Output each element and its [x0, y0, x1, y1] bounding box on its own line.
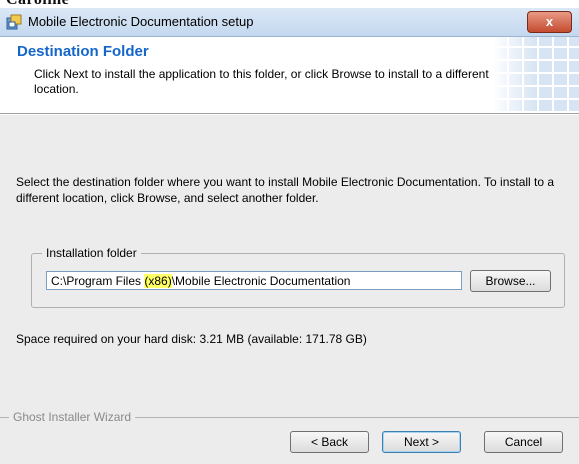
installer-app-icon	[6, 14, 22, 30]
header-grid-decoration-icon	[492, 37, 579, 113]
space-required-text: Space required on your hard disk: 3.21 M…	[16, 332, 367, 346]
back-button[interactable]: < Back	[290, 431, 369, 453]
installation-folder-label: Installation folder	[42, 246, 141, 260]
background-window-strip: Caroline	[0, 0, 579, 8]
wizard-body: Select the destination folder where you …	[0, 115, 579, 464]
close-button[interactable]: x	[527, 11, 572, 33]
installation-folder-group: Installation folder C:\Program Files (x8…	[31, 246, 565, 308]
path-prefix: C:\Program Files	[51, 274, 145, 288]
page-description: Click Next to install the application to…	[34, 67, 489, 96]
wizard-header: Destination Folder Click Next to install…	[0, 37, 579, 113]
wizard-brand-label: Ghost Installer Wizard	[9, 410, 136, 424]
window-title: Mobile Electronic Documentation setup	[28, 14, 254, 29]
title-bar[interactable]: Mobile Electronic Documentation setup x	[0, 8, 579, 37]
cancel-button[interactable]: Cancel	[484, 431, 563, 453]
path-highlight: (x86)	[144, 274, 172, 288]
page-title: Destination Folder	[17, 43, 149, 60]
path-suffix: \Mobile Electronic Documentation	[171, 274, 351, 288]
next-button[interactable]: Next >	[382, 431, 461, 453]
install-path-input[interactable]: C:\Program Files (x86)\Mobile Electronic…	[46, 271, 462, 290]
close-icon: x	[545, 14, 554, 29]
instruction-text: Select the destination folder where you …	[16, 175, 555, 205]
browse-button[interactable]: Browse...	[470, 270, 551, 292]
footer-divider: Ghost Installer Wizard	[0, 410, 579, 424]
